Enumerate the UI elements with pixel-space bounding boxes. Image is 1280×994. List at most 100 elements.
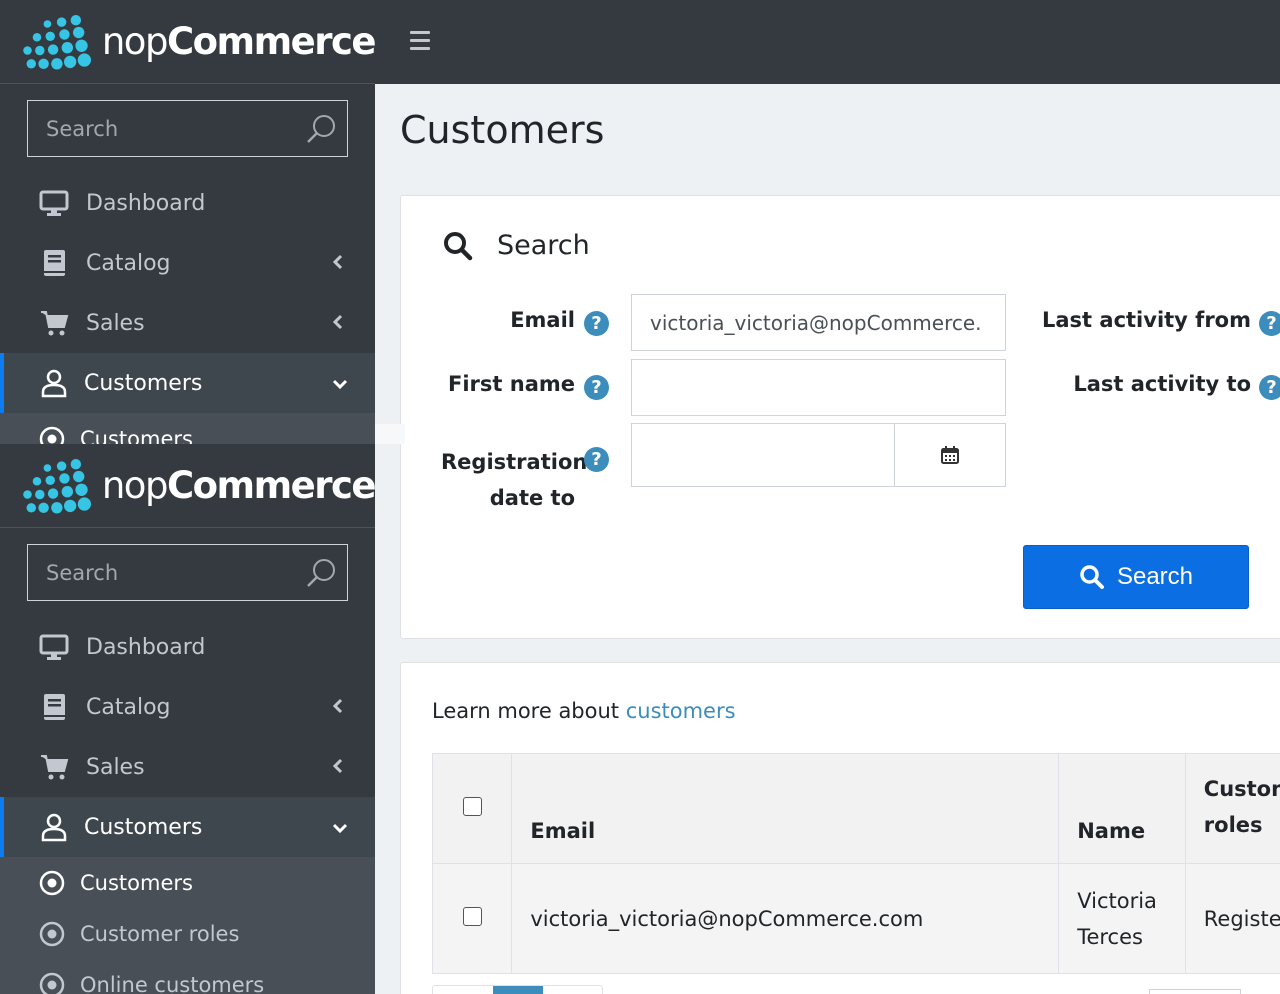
sidebar-top: nopCommerce Dashboard Catalog Sales Cust… <box>0 0 375 444</box>
desktop-icon <box>38 187 70 219</box>
sidebar-subitem-label: Online customers <box>80 972 265 994</box>
sidebar-search-input[interactable] <box>46 560 296 585</box>
calendar-icon <box>941 446 959 464</box>
brand-name: nopCommerce <box>101 20 375 63</box>
chevron-left-icon <box>332 758 343 774</box>
column-header-email[interactable]: Email <box>511 753 1060 864</box>
sidebar: nopCommerce Dashboard Catalog Sales Cust… <box>0 444 375 994</box>
sidebar-item-customers[interactable]: Customers <box>0 797 375 857</box>
page-title: Customers <box>400 108 605 152</box>
customers-help-link[interactable]: customers <box>626 699 736 723</box>
cart-icon <box>38 751 70 783</box>
chevron-left-icon <box>332 314 343 330</box>
sidebar-item-label: Catalog <box>86 694 171 720</box>
sidebar-item-label: Sales <box>86 310 145 336</box>
cart-icon <box>38 307 70 339</box>
sidebar-subitem-label: Customers <box>80 870 193 895</box>
sidebar-subitem-customer-roles[interactable]: Customer roles <box>0 908 375 959</box>
sidebar-subnav: Customers Customer roles Online customer… <box>0 857 375 994</box>
help-icon[interactable]: ? <box>584 447 609 472</box>
sidebar-item-catalog[interactable]: Catalog <box>0 233 375 293</box>
user-icon <box>38 811 70 843</box>
sidebar-item-label: Dashboard <box>86 190 206 216</box>
user-icon <box>38 367 70 399</box>
sidebar-subnav: Customers <box>0 413 375 444</box>
sidebar-item-label: Dashboard <box>86 634 206 660</box>
chevron-left-icon <box>332 254 343 270</box>
sidebar-item-customers[interactable]: Customers <box>0 353 375 413</box>
sidebar-item-label: Sales <box>86 754 145 780</box>
sidebar-item-sales[interactable]: Sales <box>0 293 375 353</box>
sidebar-item-catalog[interactable]: Catalog <box>0 677 375 737</box>
pagination[interactable] <box>432 985 603 994</box>
sidebar-item-label: Customers <box>84 814 203 840</box>
sidebar-item-sales[interactable]: Sales <box>0 737 375 797</box>
render-seam <box>375 424 1280 444</box>
hamburger-menu-icon[interactable] <box>410 31 430 53</box>
email-field[interactable]: victoria_victoria@nopCommerce. <box>631 294 1006 351</box>
table-row[interactable]: victoria_victoria@nopCommerce.com Victor… <box>431 863 1280 974</box>
help-icon[interactable]: ? <box>584 375 609 400</box>
help-icon[interactable]: ? <box>1259 311 1280 336</box>
search-icon[interactable] <box>305 557 337 589</box>
circle-dot-icon <box>38 869 66 897</box>
cell-name: Victoria Terces <box>1058 863 1186 974</box>
search-panel-title: Search <box>497 230 590 261</box>
learn-more-text: Learn more about customers <box>432 699 736 723</box>
nopcommerce-logo-icon <box>23 14 92 69</box>
help-icon[interactable]: ? <box>584 311 609 336</box>
first-name-label: First name <box>448 372 575 396</box>
sidebar-nav: Dashboard Catalog Sales Customers <box>0 617 375 857</box>
sidebar-subitem-customers[interactable]: Customers <box>0 413 375 444</box>
select-all-checkbox[interactable] <box>462 796 482 816</box>
page-size-select[interactable] <box>1149 989 1241 994</box>
chevron-down-icon <box>332 379 348 390</box>
sidebar-subitem-online-customers[interactable]: Online customers <box>0 959 375 994</box>
sidebar-item-dashboard[interactable]: Dashboard <box>0 617 375 677</box>
sidebar-item-label: Catalog <box>86 250 171 276</box>
brand-logo[interactable]: nopCommerce <box>0 0 375 84</box>
search-button-label: Search <box>1116 563 1194 590</box>
sidebar-subitem-label: Customer roles <box>80 921 240 946</box>
nopcommerce-logo-icon <box>23 458 92 513</box>
registration-date-to-label: Registration date to <box>441 450 588 510</box>
email-label: Email <box>510 308 575 332</box>
sidebar-search <box>27 100 348 157</box>
customers-table: Email Name Custom roles victoria_victori… <box>431 753 1280 974</box>
sidebar-subitem-customers[interactable]: Customers <box>0 857 375 908</box>
last-activity-from-label: Last activity from <box>1042 308 1251 332</box>
select-all-cell <box>431 753 513 864</box>
top-navbar <box>375 0 1280 84</box>
sidebar-search-input[interactable] <box>46 116 296 141</box>
search-icon <box>1080 565 1104 589</box>
sidebar-nav: Dashboard Catalog Sales Customers <box>0 173 375 413</box>
last-activity-to-label: Last activity to <box>1073 372 1251 396</box>
row-select-cell <box>431 863 513 974</box>
column-header-customer-roles[interactable]: Custom roles <box>1184 753 1280 864</box>
cell-customer-roles: Registe <box>1184 863 1280 974</box>
customer-list-panel: Learn more about customers Email Name Cu… <box>400 662 1280 994</box>
search-panel: Search Email ? victoria_victoria@nopComm… <box>400 195 1280 639</box>
circle-dot-icon <box>38 920 66 948</box>
chevron-left-icon <box>332 698 343 714</box>
chevron-down-icon <box>332 823 348 834</box>
sidebar-item-dashboard[interactable]: Dashboard <box>0 173 375 233</box>
circle-dot-icon <box>38 971 66 994</box>
pagination-current-page[interactable] <box>493 986 543 994</box>
brand-name: nopCommerce <box>101 464 375 507</box>
search-panel-header[interactable]: Search <box>443 230 590 261</box>
cell-email: victoria_victoria@nopCommerce.com <box>511 863 1060 974</box>
book-icon <box>38 691 70 723</box>
brand-logo[interactable]: nopCommerce <box>0 444 375 528</box>
sidebar-subitem-label: Customers <box>80 426 193 445</box>
help-icon[interactable]: ? <box>1259 375 1280 400</box>
search-icon <box>444 231 473 260</box>
search-icon[interactable] <box>305 113 337 145</box>
search-button[interactable]: Search <box>1023 545 1249 609</box>
sidebar-search <box>27 544 348 601</box>
column-header-name[interactable]: Name <box>1058 753 1186 864</box>
book-icon <box>38 247 70 279</box>
row-checkbox[interactable] <box>462 906 482 926</box>
table-header-row: Email Name Custom roles <box>431 753 1280 864</box>
first-name-field[interactable] <box>631 359 1006 416</box>
